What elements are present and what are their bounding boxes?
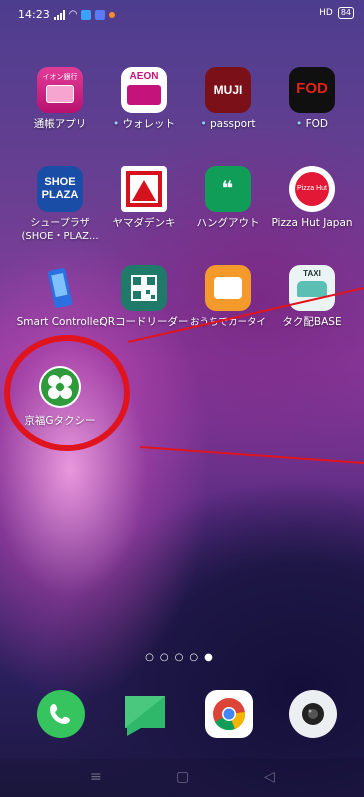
- app-label: Pizza Hut Japan: [271, 217, 353, 229]
- notification-dot-icon: [109, 11, 116, 18]
- app-shoe-plaza[interactable]: SHOE PLAZA シュープラザ (SHOE・PLAZ...: [14, 166, 106, 243]
- app-aeon-wallet[interactable]: AEON ウォレット: [98, 67, 190, 131]
- aeon-bank-icon: イオン銀行: [37, 67, 83, 113]
- annotation-line: [139, 446, 364, 464]
- aeon-wallet-icon: AEON: [121, 67, 167, 113]
- app-label: ヤマダデンキ: [112, 217, 176, 229]
- yamada-denki-icon: [121, 166, 167, 212]
- app-yamada-denki[interactable]: ヤマダデンキ: [98, 166, 190, 230]
- chrome-icon[interactable]: [205, 690, 253, 738]
- phone-app-icon[interactable]: [37, 690, 85, 738]
- app-qr-reader[interactable]: QRコードリーダー: [98, 265, 190, 329]
- app-label: FOD: [266, 118, 358, 131]
- app-label: シュープラザ (SHOE・PLAZ...: [21, 218, 99, 242]
- wifi-icon: ◠: [68, 9, 78, 20]
- app-taku-hai-base[interactable]: TAXI タク配BASE: [266, 265, 358, 329]
- navigation-bar: ≡ ▢ ◁: [0, 759, 364, 797]
- ouchi-app-icon: [205, 265, 251, 311]
- taxi-icon: TAXI: [289, 265, 335, 311]
- app-label: タク配BASE: [282, 316, 342, 328]
- app-smart-controller[interactable]: Smart Controller: [14, 265, 106, 329]
- clock: 14:23: [18, 8, 50, 21]
- app-label: QRコードリーダー: [99, 316, 189, 328]
- hangouts-icon: ❝: [205, 166, 251, 212]
- back-nav-icon[interactable]: ◁: [264, 769, 275, 785]
- app-keifuku-g-taxi[interactable]: 京福Gタクシー: [14, 364, 106, 428]
- shoe-plaza-icon: SHOE PLAZA: [37, 166, 83, 212]
- app-pizza-hut[interactable]: Pizza Hut Pizza Hut Japan: [266, 166, 358, 230]
- home-nav-icon[interactable]: ▢: [176, 769, 189, 785]
- battery-icon: 84: [337, 7, 354, 19]
- camera-icon[interactable]: [289, 690, 337, 738]
- app-fod[interactable]: FOD FOD: [266, 67, 358, 131]
- app-label: ウォレット: [98, 118, 190, 131]
- app-label: Smart Controller: [16, 316, 104, 328]
- signal-icon: [53, 9, 65, 20]
- notification-app-icon: [95, 9, 106, 20]
- app-muji-passport[interactable]: MUJI passport: [182, 67, 274, 131]
- app-label: 京福Gタクシー: [24, 415, 96, 427]
- app-label: 通帳アプリ: [33, 118, 87, 130]
- app-label: ハングアウト: [196, 217, 260, 229]
- status-bar: 14:23 ◠ HD 84: [0, 0, 364, 28]
- app-bank-passbook[interactable]: イオン銀行 通帳アプリ: [14, 67, 106, 131]
- page-indicator[interactable]: ○○○○●: [0, 652, 364, 663]
- hd-volte-icon: HD: [319, 8, 333, 18]
- notification-app-icon: [81, 9, 92, 20]
- pizza-hut-icon: Pizza Hut: [289, 166, 335, 212]
- app-label: おうちでカータイ: [189, 317, 266, 328]
- app-ouchi-de-kaitai[interactable]: おうちでカータイ: [182, 265, 274, 329]
- qr-code-icon: [121, 265, 167, 311]
- muji-icon: MUJI: [205, 67, 251, 113]
- messages-app-icon[interactable]: [121, 690, 169, 738]
- keifuku-clover-icon: [37, 364, 83, 410]
- menu-nav-icon[interactable]: ≡: [90, 769, 102, 785]
- smart-controller-icon: [37, 265, 83, 311]
- app-label: passport: [182, 118, 274, 131]
- fod-icon: FOD: [289, 67, 335, 113]
- app-hangouts[interactable]: ❝ ハングアウト: [182, 166, 274, 230]
